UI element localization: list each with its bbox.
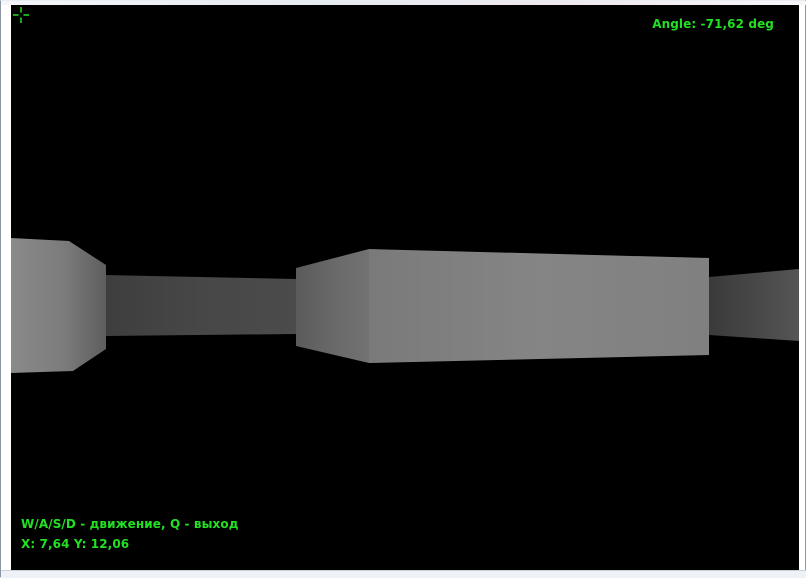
wall-center-angled [296,249,369,363]
x-label: X: [21,537,36,551]
wall-center-long [369,249,709,363]
scene-render [11,238,799,373]
x-value: 7,64 [39,537,70,551]
angle-readout: Angle: -71,62 deg [652,17,774,31]
crosshair-icon [13,7,29,23]
wall-right-corridor [709,269,799,341]
game-window: Angle: -71,62 deg W/A/S/D - движение, Q … [0,0,806,578]
wall-left-pillar [11,238,106,373]
game-viewport[interactable]: Angle: -71,62 deg W/A/S/D - движение, Q … [11,5,799,570]
angle-value: -71,62 [700,17,745,31]
position-readout: X: 7,64 Y: 12,06 [21,537,129,551]
controls-hint: W/A/S/D - движение, Q - выход [21,517,239,531]
y-label: Y: [73,537,87,551]
angle-unit: deg [748,17,774,31]
wall-left-corridor [106,275,296,336]
angle-label: Angle: [652,17,697,31]
y-value: 12,06 [90,537,130,551]
